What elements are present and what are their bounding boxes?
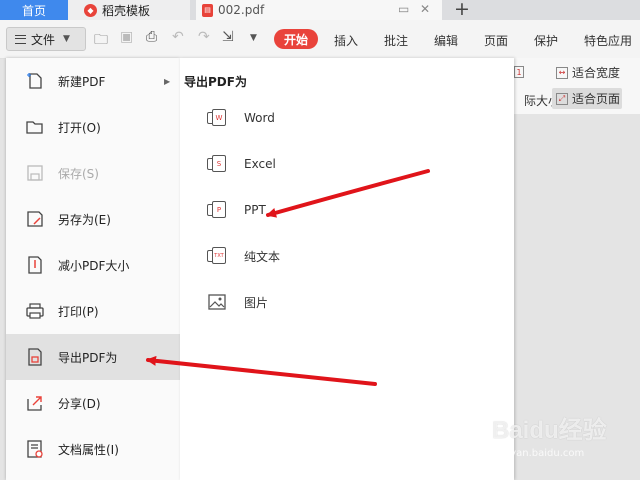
- ppt-icon: P: [206, 199, 228, 221]
- menu-item-share[interactable]: 分享(D): [6, 380, 180, 426]
- chevron-down-icon: ▼: [63, 34, 70, 44]
- docer-logo-icon: ◆: [84, 3, 97, 17]
- menu-item-label: 保存(S): [58, 166, 99, 181]
- fit-width-button[interactable]: ↔ 适合宽度: [556, 64, 620, 81]
- menu-item-label: 打开(O): [58, 120, 101, 135]
- fit-width-label: 适合宽度: [572, 66, 621, 80]
- menu-item-print[interactable]: 打印(P): [6, 288, 180, 334]
- tab-start[interactable]: 开始: [274, 29, 318, 49]
- properties-icon: [27, 440, 43, 458]
- submenu-arrow-icon: ▶: [164, 76, 171, 86]
- tab-special[interactable]: 特色应用: [584, 32, 632, 49]
- compress-icon: [28, 256, 42, 274]
- export-excel[interactable]: S Excel: [206, 151, 276, 177]
- save-toolbar-icon[interactable]: ▣: [120, 29, 133, 45]
- tab-bar: 首页 ◆ 稻壳模板 ▤ 002.pdf ▭ ✕ +: [0, 0, 640, 20]
- screen-icon[interactable]: ▭: [398, 2, 409, 16]
- actual-size-icon[interactable]: 1: [514, 66, 524, 78]
- baidu-watermark: Baidu经验: [492, 417, 607, 444]
- menu-item-new-pdf[interactable]: 新建PDF ▶: [6, 58, 180, 104]
- export-toolbar-icon[interactable]: ⇲: [222, 29, 234, 45]
- tab-protect[interactable]: 保护: [534, 32, 558, 49]
- menu-item-label: 文档属性(I): [58, 442, 119, 457]
- baidu-watermark-url: jingyan.baidu.com: [492, 448, 585, 459]
- fit-page-icon: ⤢: [556, 92, 568, 105]
- hamburger-icon: [15, 34, 26, 44]
- close-icon[interactable]: ✕: [420, 2, 430, 16]
- menu-item-export-pdf[interactable]: 导出PDF为: [6, 334, 180, 380]
- print-toolbar-icon[interactable]: ⎙: [146, 29, 157, 45]
- tab-edit[interactable]: 编辑: [434, 32, 458, 49]
- ribbon-view-group: 1 实际大小 ↔ 适合宽度 ⤢ 适合页面: [512, 58, 640, 114]
- folder-open-icon: [26, 121, 43, 134]
- tab-home-label: 首页: [21, 3, 46, 18]
- file-menu: 新建PDF ▶ 打开(O) 保存(S) 另存为(E) 减小PDF大小 打印(P)…: [6, 58, 180, 480]
- excel-icon: S: [206, 153, 228, 175]
- undo-icon[interactable]: ↶: [172, 29, 184, 45]
- export-item-label: Word: [244, 111, 275, 125]
- fit-page-label: 适合页面: [572, 92, 621, 106]
- fit-page-button[interactable]: ⤢ 适合页面: [552, 88, 623, 109]
- save-icon: [27, 165, 43, 181]
- menu-item-label: 分享(D): [58, 396, 101, 411]
- menu-item-open[interactable]: 打开(O): [6, 104, 180, 150]
- menu-item-label: 新建PDF: [58, 74, 106, 89]
- open-folder-icon[interactable]: 🗀: [94, 29, 108, 53]
- text-icon: TXT: [206, 245, 228, 267]
- export-submenu: 导出PDF为 W Word S Excel P PPT TXT 纯文本 图片: [180, 58, 514, 480]
- image-icon: [206, 291, 228, 313]
- export-item-label: 图片: [244, 295, 269, 310]
- tab-home[interactable]: 首页: [0, 0, 68, 20]
- tab-page[interactable]: 页面: [484, 32, 508, 49]
- fit-width-icon: ↔: [556, 66, 568, 79]
- export-item-label: Excel: [244, 157, 276, 171]
- print-icon: [26, 303, 44, 319]
- menu-item-save[interactable]: 保存(S): [6, 150, 180, 196]
- redo-icon[interactable]: ↷: [198, 29, 210, 45]
- tab-templates-label: 稻壳模板: [102, 3, 151, 18]
- tab-document-label: 002.pdf: [218, 3, 265, 17]
- export-submenu-title: 导出PDF为: [184, 75, 247, 89]
- export-ppt[interactable]: P PPT: [206, 197, 266, 223]
- new-pdf-icon: [27, 73, 42, 89]
- more-chevron-icon[interactable]: ▼: [250, 33, 257, 43]
- export-image[interactable]: 图片: [206, 289, 268, 315]
- export-icon: [28, 348, 42, 366]
- tab-annotate[interactable]: 批注: [384, 32, 408, 49]
- file-menu-label: 文件: [31, 32, 56, 47]
- export-plain-text[interactable]: TXT 纯文本: [206, 243, 280, 269]
- export-item-label: 纯文本: [244, 249, 281, 264]
- file-menu-button[interactable]: 文件 ▼: [6, 27, 86, 51]
- menu-item-label: 打印(P): [58, 304, 99, 319]
- export-item-label: PPT: [244, 203, 266, 217]
- tab-insert[interactable]: 插入: [334, 32, 358, 49]
- word-icon: W: [206, 107, 228, 129]
- menu-item-label: 导出PDF为: [58, 350, 118, 365]
- save-as-icon: [27, 211, 43, 227]
- menu-item-save-as[interactable]: 另存为(E): [6, 196, 180, 242]
- pdf-file-icon: ▤: [202, 3, 213, 17]
- share-icon: [27, 396, 42, 411]
- menu-item-label: 另存为(E): [58, 212, 111, 227]
- export-word[interactable]: W Word: [206, 105, 275, 131]
- menu-item-compress[interactable]: 减小PDF大小: [6, 242, 180, 288]
- tab-templates[interactable]: ◆ 稻壳模板: [68, 0, 190, 20]
- toolbar: 文件 ▼ 🗀 ▣ ⎙ ↶ ↷ ⇲ ▼ 开始 插入 批注 编辑 页面 保护 特色应…: [0, 20, 640, 59]
- menu-item-label: 减小PDF大小: [58, 258, 130, 273]
- new-tab-icon[interactable]: +: [454, 0, 470, 20]
- menu-item-properties[interactable]: 文档属性(I): [6, 426, 180, 472]
- tab-document[interactable]: ▤ 002.pdf ▭ ✕: [196, 0, 442, 20]
